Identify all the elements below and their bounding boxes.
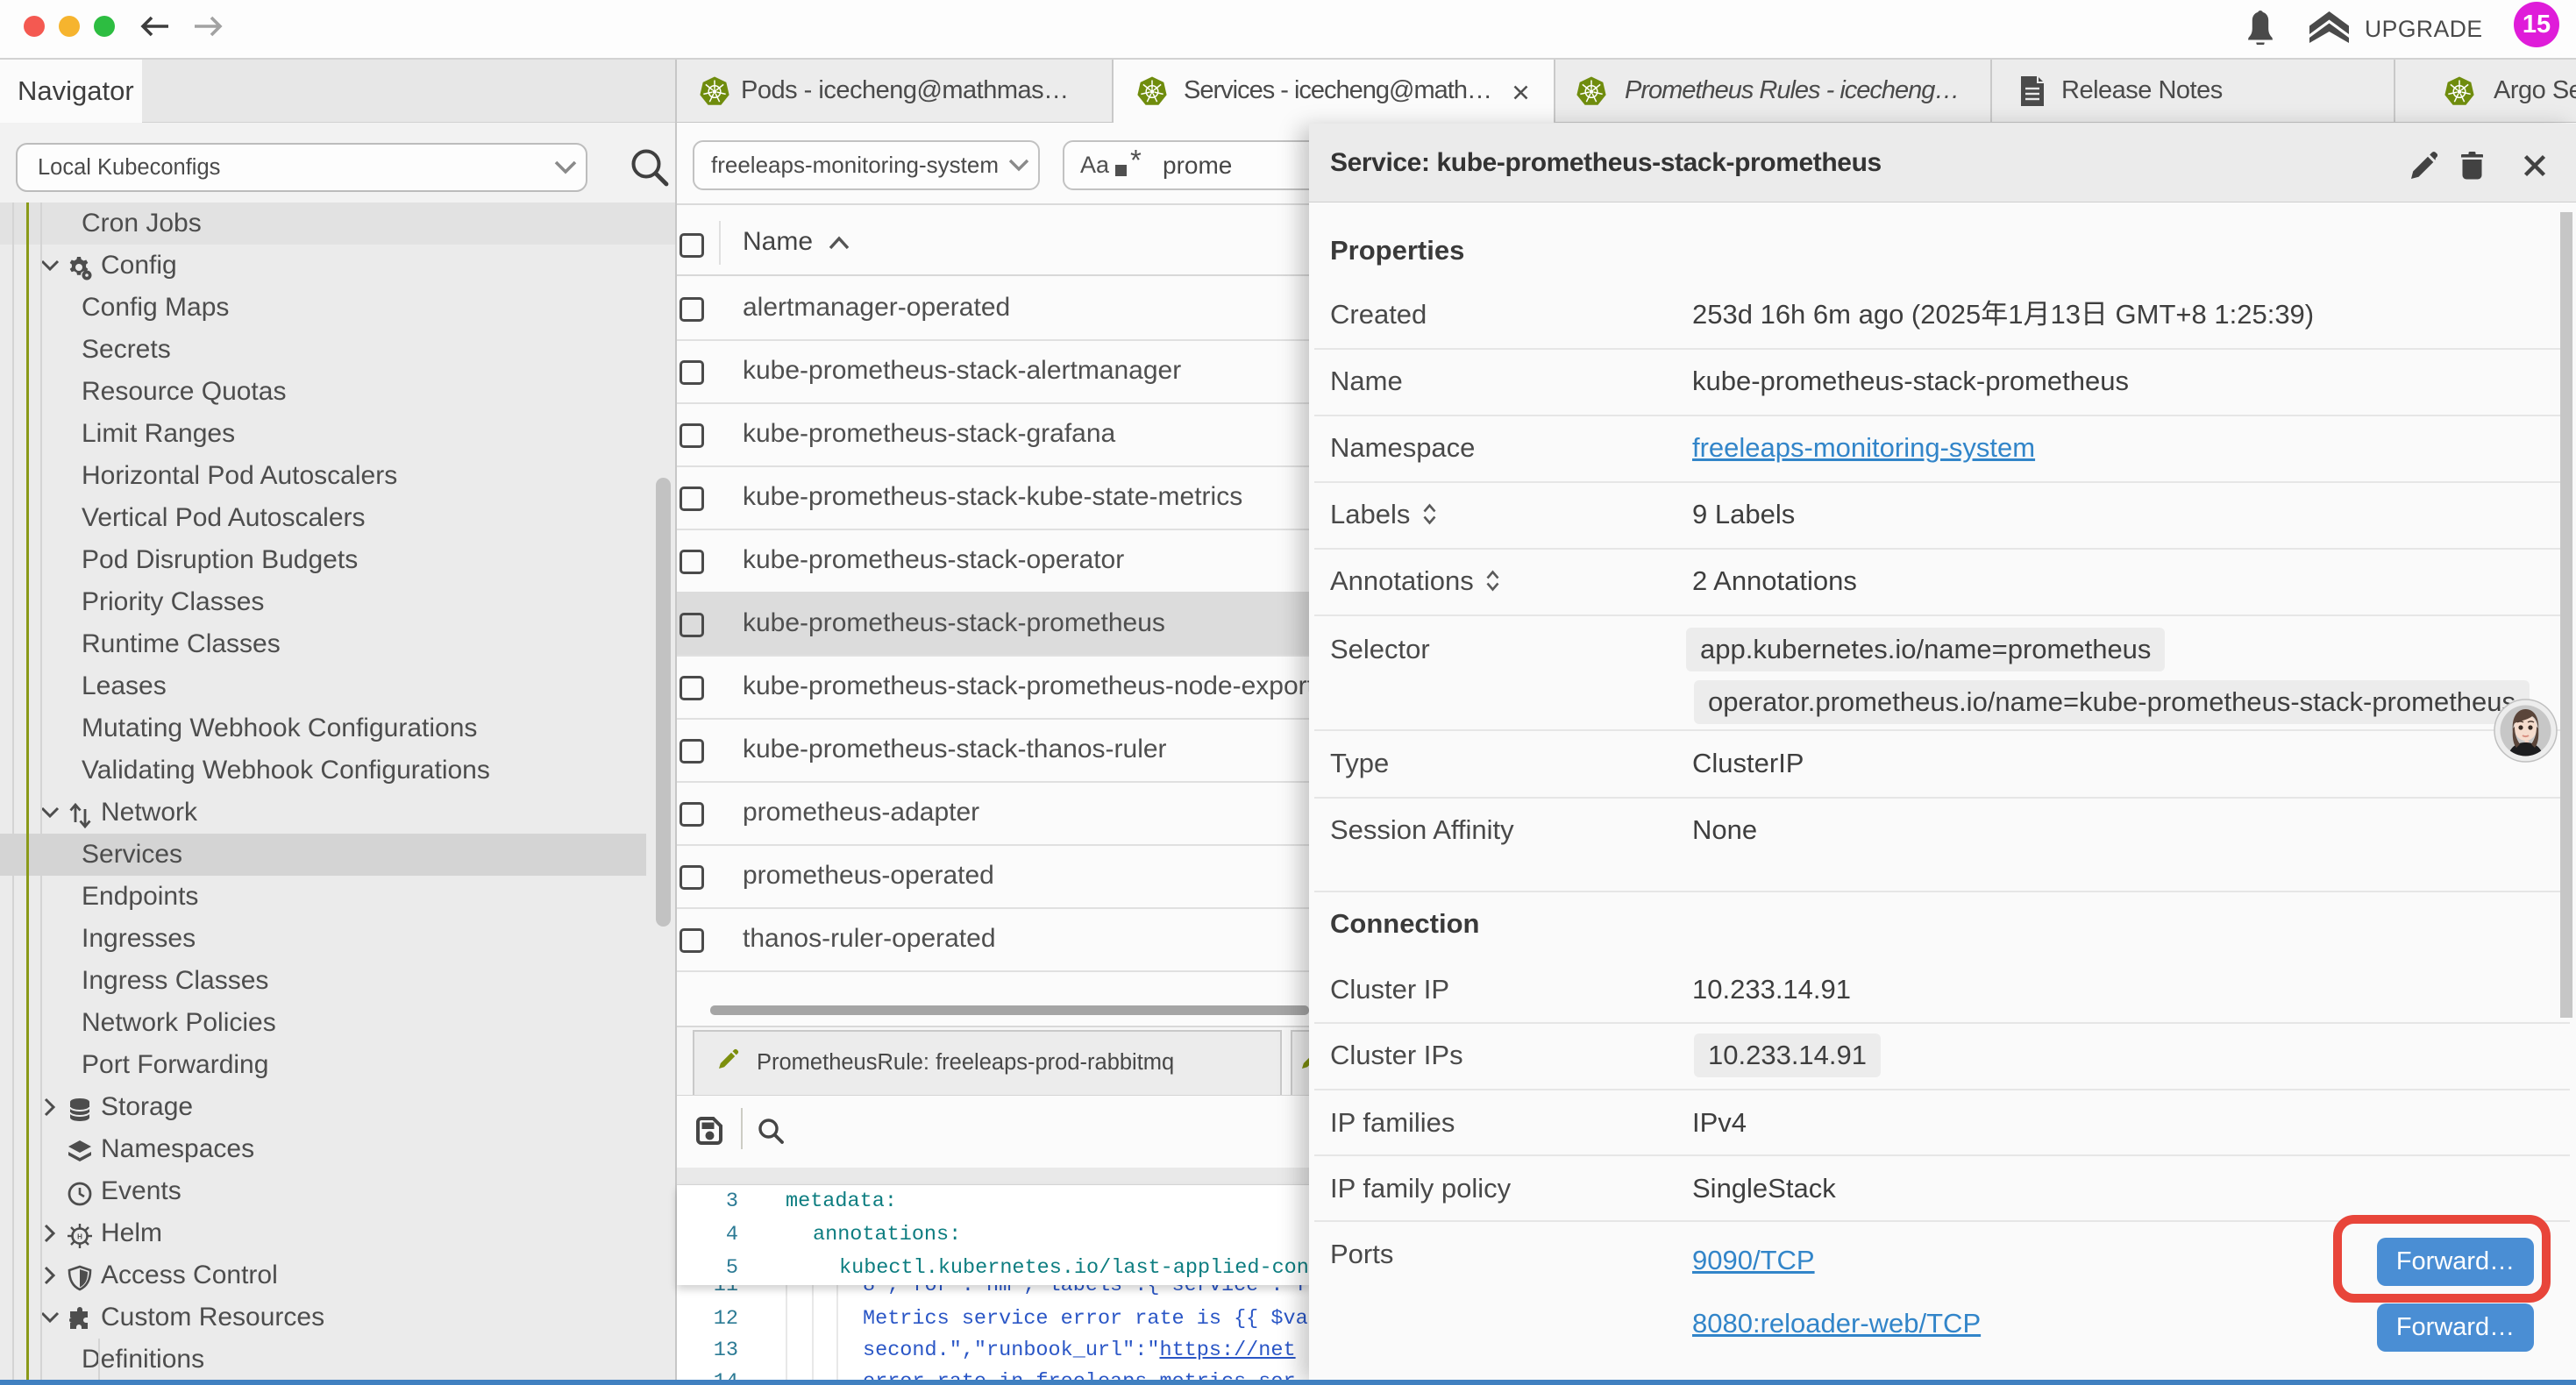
svg-text:H: H bbox=[77, 1233, 82, 1241]
